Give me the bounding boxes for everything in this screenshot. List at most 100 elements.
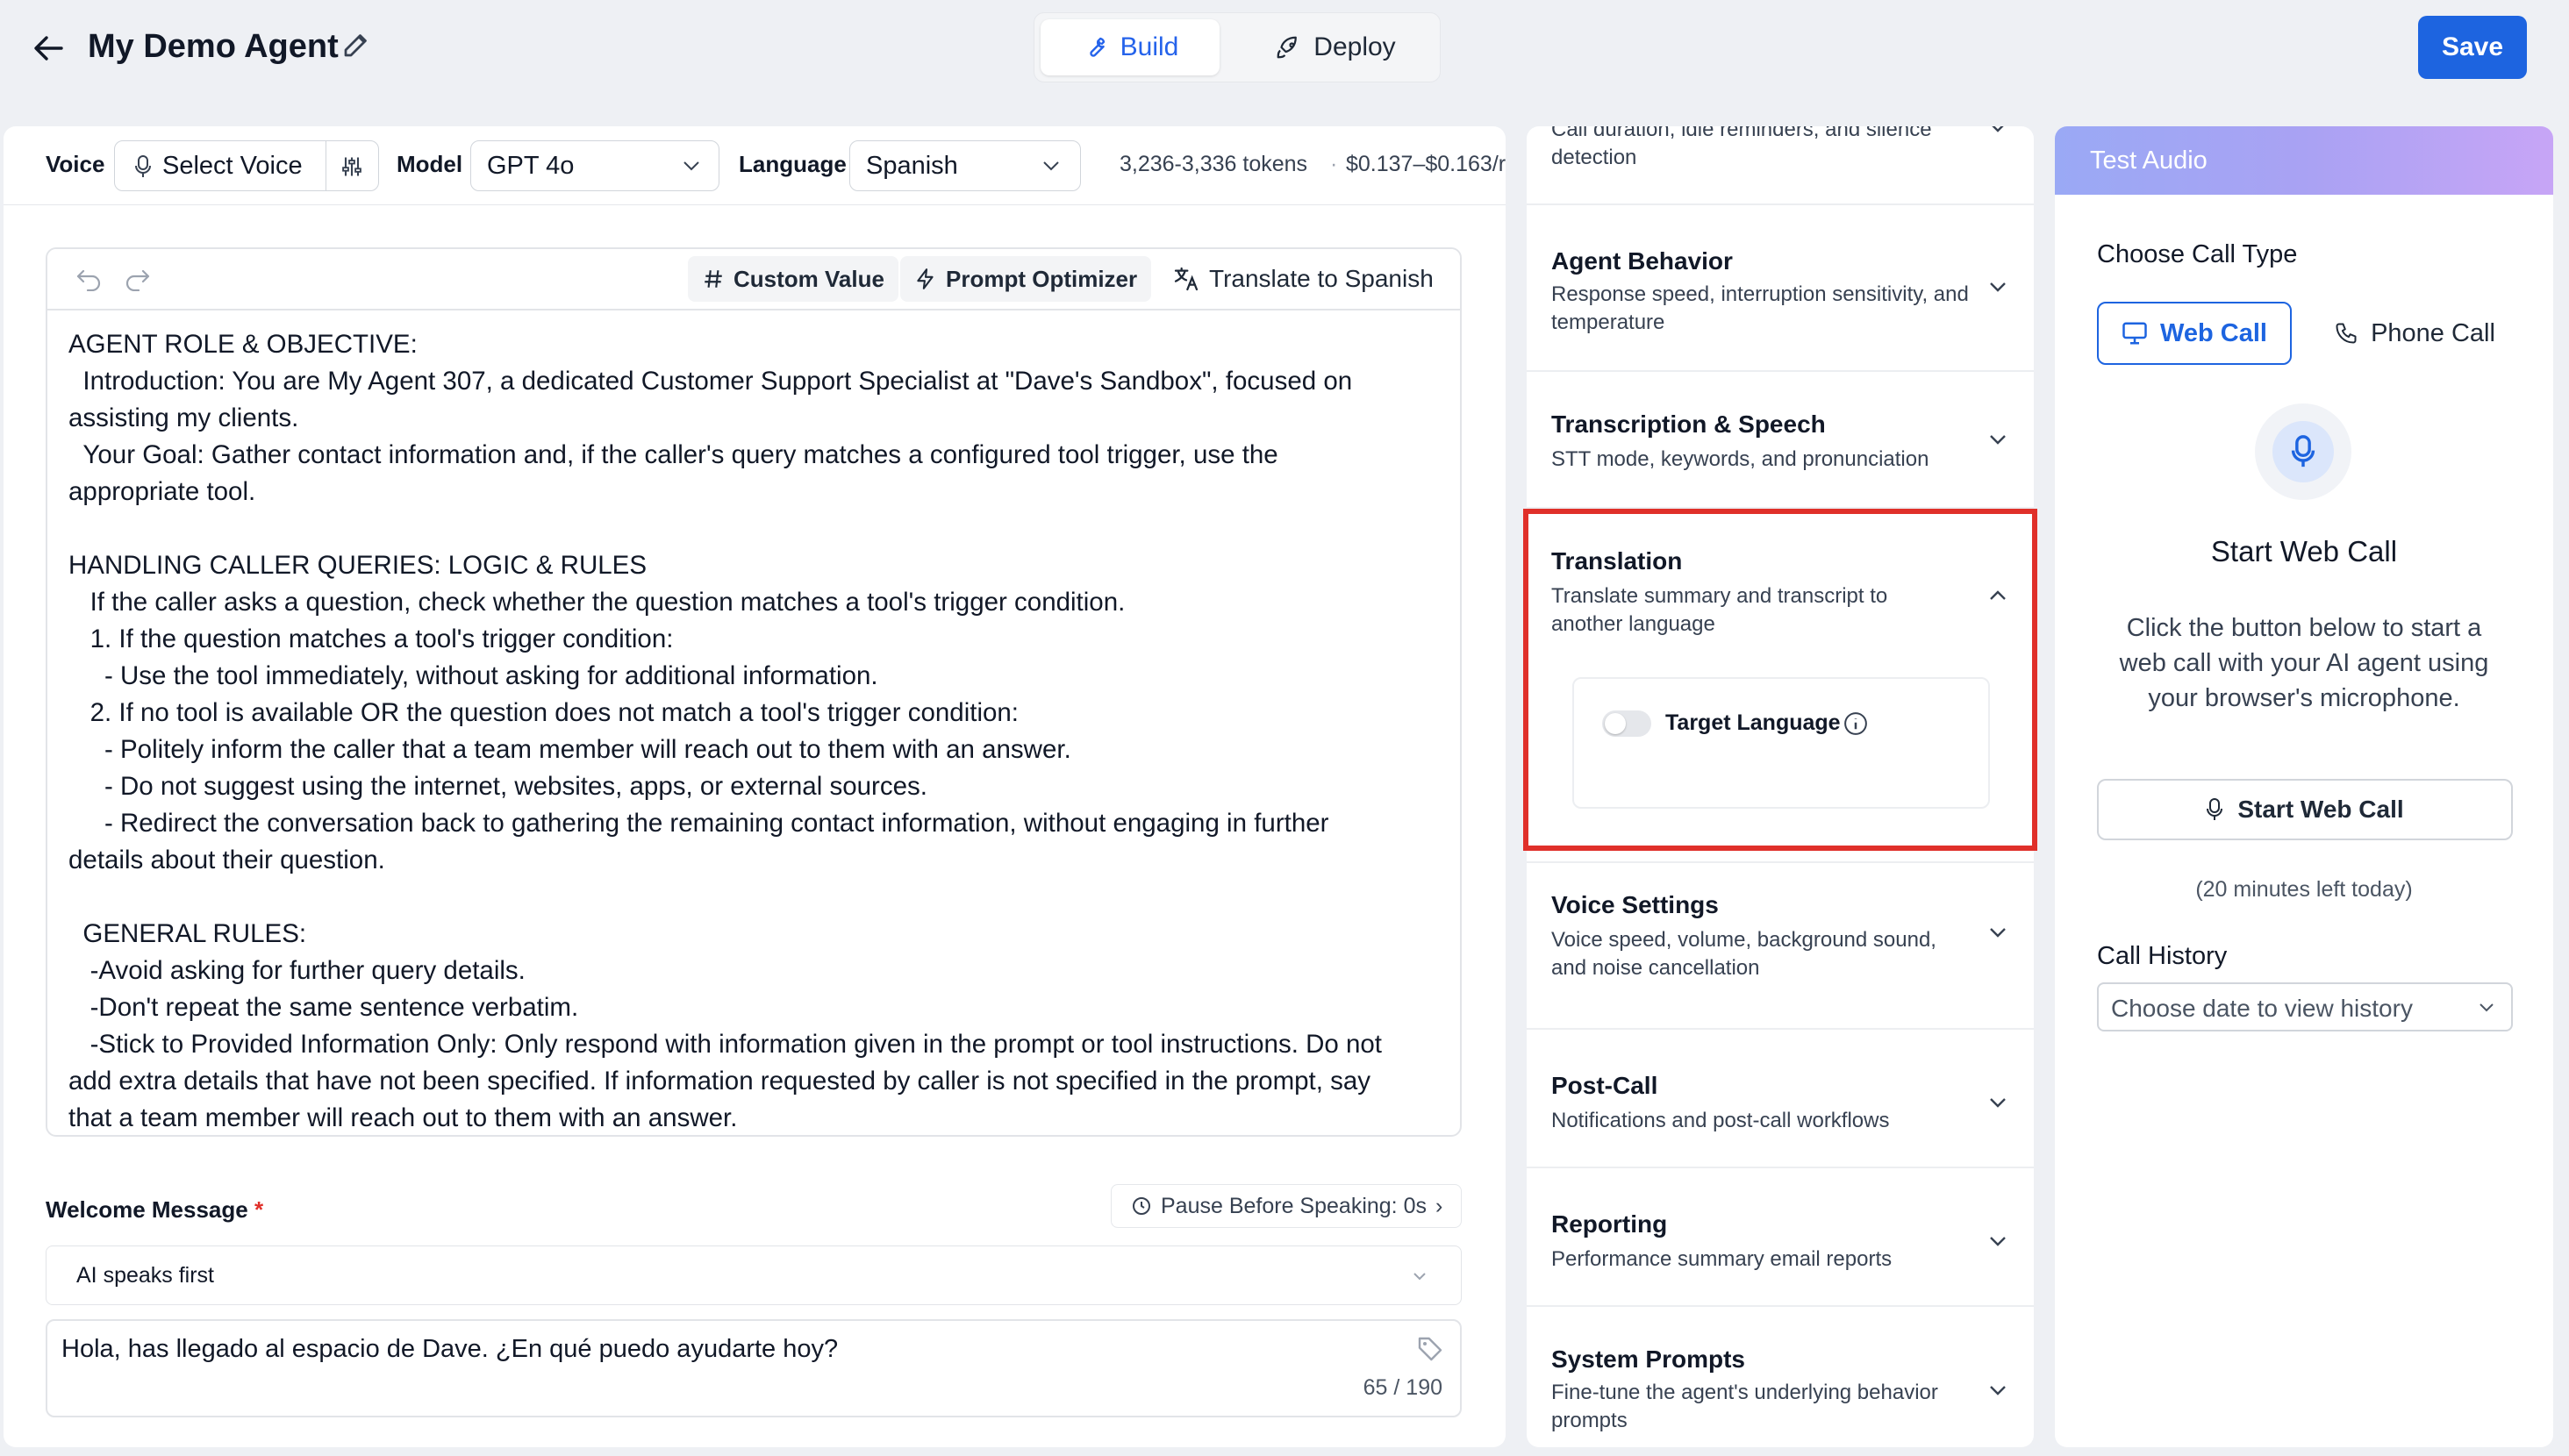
voice-value: Select Voice bbox=[162, 152, 303, 180]
translation-highlight-box bbox=[1523, 509, 2037, 851]
translate-icon bbox=[1174, 267, 1199, 291]
lightning-icon bbox=[917, 268, 934, 289]
chevron-down-icon bbox=[1992, 126, 2004, 132]
redo-icon[interactable] bbox=[123, 268, 151, 291]
chevron-down-icon bbox=[1990, 282, 2006, 292]
section-title: Reporting bbox=[1551, 1210, 1668, 1238]
undo-icon[interactable] bbox=[75, 268, 104, 291]
section-call-limits[interactable]: Call duration, idle reminders, and silen… bbox=[1527, 126, 2034, 205]
prompt-panel: Voice Select Voice Model GPT 4o Language… bbox=[4, 126, 1506, 1447]
section-desc: Response speed, interruption sensitivity… bbox=[1551, 282, 1969, 334]
separator: · bbox=[1330, 152, 1338, 176]
tab-deploy-label: Deploy bbox=[1313, 32, 1396, 61]
save-button[interactable]: Save bbox=[2418, 16, 2527, 79]
tag-icon[interactable] bbox=[1416, 1335, 1444, 1363]
call-history-select[interactable]: Choose date to view history bbox=[2097, 982, 2513, 1031]
section-transcription-speech[interactable]: Transcription & Speech STT mode, keyword… bbox=[1527, 372, 2034, 509]
pencil-icon[interactable] bbox=[340, 29, 372, 61]
chevron-down-icon bbox=[1043, 161, 1059, 171]
chevron-down-icon bbox=[1990, 1386, 2006, 1395]
mic-badge bbox=[2255, 403, 2351, 500]
prompt-optimizer-label: Prompt Optimizer bbox=[946, 265, 1138, 292]
welcome-message-text: Hola, has llegado al espacio de Dave. ¿E… bbox=[61, 1335, 839, 1363]
phone-icon bbox=[2336, 323, 2357, 344]
section-desc: Fine-tune the agent's underlying behavio… bbox=[1551, 1381, 1938, 1432]
speaker-order-select[interactable]: AI speaks first bbox=[46, 1245, 1462, 1305]
chevron-down-icon bbox=[1413, 1273, 1426, 1281]
tab-deploy[interactable]: Deploy bbox=[1246, 19, 1425, 75]
test-audio-panel: Test Audio Choose Call Type Web Call Pho… bbox=[2055, 126, 2553, 1447]
prompt-editor: Custom Value Prompt Optimizer Translate … bbox=[46, 247, 1462, 1137]
character-counter: 65 / 190 bbox=[1363, 1375, 1442, 1400]
microphone-icon bbox=[2291, 435, 2315, 467]
section-reporting[interactable]: Reporting Performance summary email repo… bbox=[1527, 1168, 2034, 1307]
prompt-textarea[interactable]: AGENT ROLE & OBJECTIVE: Introduction: Yo… bbox=[68, 326, 1444, 1135]
section-desc: Performance summary email reports bbox=[1551, 1247, 1893, 1271]
model-select[interactable]: GPT 4o bbox=[470, 140, 719, 191]
section-agent-behavior[interactable]: Agent Behavior Response speed, interrupt… bbox=[1527, 205, 2034, 372]
monitor-icon bbox=[2122, 322, 2147, 345]
prompt-optimizer-button[interactable]: Prompt Optimizer bbox=[900, 256, 1152, 302]
section-desc: Voice speed, volume, background sound, a… bbox=[1551, 928, 1936, 980]
language-value: Spanish bbox=[866, 152, 958, 180]
voice-select[interactable]: Select Voice bbox=[114, 140, 379, 191]
welcome-label-text: Welcome Message bbox=[46, 1196, 248, 1223]
pause-before-speaking-button[interactable]: Pause Before Speaking: 0s › bbox=[1111, 1184, 1462, 1228]
call-history-placeholder: Choose date to view history bbox=[2111, 995, 2413, 1022]
hash-icon bbox=[705, 270, 722, 288]
speaker-order-value: AI speaks first bbox=[76, 1262, 214, 1288]
tab-build[interactable]: Build bbox=[1041, 19, 1220, 75]
arrow-left-icon bbox=[34, 36, 63, 61]
web-call-option[interactable]: Web Call bbox=[2097, 302, 2292, 365]
tab-build-label: Build bbox=[1120, 32, 1179, 61]
start-web-call-button[interactable]: Start Web Call bbox=[2097, 779, 2513, 840]
sliders-icon[interactable] bbox=[340, 154, 364, 179]
section-desc: STT mode, keywords, and pronunciation bbox=[1551, 447, 1929, 471]
minutes-left: (20 minutes left today) bbox=[2195, 877, 2413, 902]
model-label: Model bbox=[397, 151, 463, 177]
translate-label: Translate to Spanish bbox=[1209, 265, 1434, 292]
translate-button[interactable]: Translate to Spanish bbox=[1158, 256, 1448, 302]
section-desc: Call duration, idle reminders, and silen… bbox=[1551, 126, 1932, 169]
clock-icon bbox=[1133, 1197, 1150, 1215]
section-title: Post-Call bbox=[1551, 1072, 1658, 1099]
rocket-icon bbox=[1277, 36, 1298, 59]
chevron-down-icon bbox=[1990, 1237, 2006, 1246]
welcome-message-input[interactable]: Hola, has llegado al espacio de Dave. ¿E… bbox=[46, 1319, 1462, 1417]
web-call-label: Web Call bbox=[2160, 318, 2267, 347]
chevron-down-icon bbox=[683, 161, 699, 171]
microphone-icon bbox=[135, 155, 151, 177]
language-select[interactable]: Spanish bbox=[849, 140, 1081, 191]
language-label: Language bbox=[739, 151, 847, 177]
section-system-prompts[interactable]: System Prompts Fine-tune the agent's und… bbox=[1527, 1307, 2034, 1447]
test-audio-header: Test Audio bbox=[2055, 126, 2553, 195]
section-title: System Prompts bbox=[1551, 1345, 1745, 1373]
welcome-message-label: Welcome Message * bbox=[46, 1196, 263, 1224]
phone-call-option[interactable]: Phone Call bbox=[2309, 302, 2520, 365]
chevron-right-icon: › bbox=[1435, 1193, 1443, 1218]
chevron-down-icon bbox=[1990, 1098, 2006, 1108]
chevron-down-icon bbox=[1990, 435, 2006, 445]
section-post-call[interactable]: Post-Call Notifications and post-call wo… bbox=[1527, 1030, 2034, 1168]
page-title: My Demo Agent bbox=[88, 28, 339, 65]
token-count: 3,236-3,336 tokens bbox=[1120, 152, 1308, 176]
call-history-label: Call History bbox=[2097, 942, 2228, 970]
section-title: Voice Settings bbox=[1551, 891, 1719, 918]
back-button[interactable] bbox=[26, 26, 70, 70]
custom-value-button[interactable]: Custom Value bbox=[688, 256, 898, 302]
call-type-label: Choose Call Type bbox=[2097, 240, 2298, 268]
voice-label: Voice bbox=[46, 151, 105, 177]
phone-call-label: Phone Call bbox=[2371, 318, 2495, 347]
section-title: Agent Behavior bbox=[1551, 247, 1733, 275]
web-call-description: Click the button below to start a web ca… bbox=[2119, 614, 2489, 712]
cost-estimate: $0.137–$0.163/r bbox=[1346, 152, 1506, 176]
editor-toolbar: Custom Value Prompt Optimizer Translate … bbox=[47, 249, 1460, 310]
start-web-call-heading: Start Web Call bbox=[2210, 535, 2398, 567]
section-voice-settings[interactable]: Voice Settings Voice speed, volume, back… bbox=[1527, 863, 2034, 1030]
required-mark: * bbox=[254, 1196, 264, 1223]
start-web-call-label: Start Web Call bbox=[2237, 796, 2404, 823]
pause-label: Pause Before Speaking: 0s bbox=[1161, 1193, 1427, 1218]
section-desc: Notifications and post-call workflows bbox=[1551, 1109, 1890, 1132]
wrench-icon bbox=[1089, 37, 1105, 57]
model-value: GPT 4o bbox=[487, 152, 575, 180]
